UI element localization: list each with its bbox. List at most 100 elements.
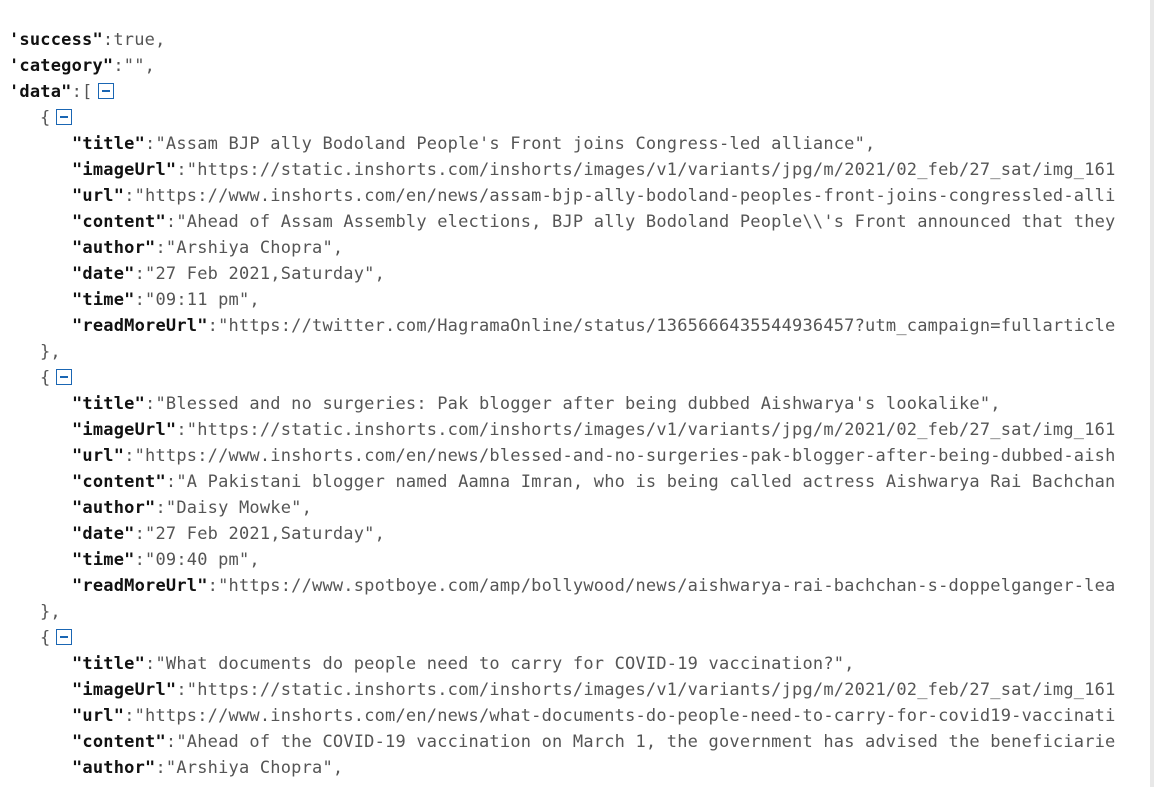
readmoreurl-value: "https://www.spotboye.com/amp/bollywood/… (218, 576, 1116, 596)
colon: : (207, 316, 219, 336)
url-value: "https://www.inshorts.com/en/news/assam-… (134, 186, 1116, 206)
colon: : (145, 654, 156, 674)
category-key: 'category" (9, 56, 114, 76)
readmoreurl-key: "readMoreUrl" (72, 316, 208, 336)
item-open: { (40, 105, 73, 131)
title-key: "title" (72, 394, 146, 414)
colon: : (134, 264, 146, 284)
colon: : (176, 420, 187, 440)
author-key: "author" (72, 758, 156, 778)
close-brace: }, (40, 602, 61, 622)
title-key: "title" (72, 654, 146, 674)
colon: : (155, 758, 166, 778)
date-value: "27 Feb 2021,Saturday", (145, 264, 386, 284)
colon: : (165, 732, 177, 752)
category-line: 'category":"", (9, 53, 155, 79)
item-0-title: "title":"Assam BJP ally Bodoland People'… (72, 131, 876, 157)
item-1-url: "url":"https://www.inshorts.com/en/news/… (72, 443, 1116, 469)
imageurl-key: "imageUrl" (72, 680, 177, 700)
date-key: "date" (72, 524, 135, 544)
success-line: 'success":true, (9, 27, 166, 53)
item-close: }, (40, 599, 61, 625)
author-value: "Arshiya Chopra", (165, 758, 344, 778)
date-key: "date" (72, 264, 135, 284)
content-key: "content" (72, 212, 166, 232)
data-line: 'data":[ (9, 79, 115, 105)
item-1-time: "time":"09:40 pm", (72, 547, 260, 573)
title-value: "What documents do people need to carry … (155, 654, 855, 674)
collapse-item-2-icon[interactable] (56, 629, 73, 645)
time-value: "09:11 pm", (145, 290, 260, 310)
time-key: "time" (72, 290, 135, 310)
url-key: "url" (72, 446, 125, 466)
author-key: "author" (72, 238, 156, 258)
collapse-data-icon[interactable] (98, 83, 115, 99)
colon: : (134, 290, 146, 310)
imageurl-value: "https://static.inshorts.com/inshorts/im… (186, 160, 1116, 180)
item-1-author: "author":"Daisy Mowke", (72, 495, 312, 521)
item-2-content: "content":"Ahead of the COVID-19 vaccina… (72, 729, 1116, 755)
content-value: "A Pakistani blogger named Aamna Imran, … (176, 472, 1116, 492)
item-0-url: "url":"https://www.inshorts.com/en/news/… (72, 183, 1116, 209)
colon: : (155, 498, 166, 518)
item-open: { (40, 625, 73, 651)
category-value: :"", (113, 56, 156, 76)
colon: : (134, 550, 146, 570)
item-1-imageurl: "imageUrl":"https://static.inshorts.com/… (72, 417, 1116, 443)
success-value: :true, (102, 30, 166, 50)
content-key: "content" (72, 472, 166, 492)
open-brace: { (40, 628, 51, 648)
readmoreurl-value: "https://twitter.com/HagramaOnline/statu… (218, 316, 1116, 336)
colon: : (145, 394, 156, 414)
colon: : (176, 160, 187, 180)
author-value: "Daisy Mowke", (165, 498, 313, 518)
readmoreurl-key: "readMoreUrl" (72, 576, 208, 596)
colon: : (176, 680, 187, 700)
imageurl-value: "https://static.inshorts.com/inshorts/im… (186, 680, 1116, 700)
item-1-readmoreurl: "readMoreUrl":"https://www.spotboye.com/… (72, 573, 1116, 599)
success-key: 'success" (9, 30, 103, 50)
content-key: "content" (72, 732, 166, 752)
item-0-date: "date":"27 Feb 2021,Saturday", (72, 261, 385, 287)
item-0-content: "content":"Ahead of Assam Assembly elect… (72, 209, 1116, 235)
item-close: }, (40, 339, 61, 365)
title-value: "Blessed and no surgeries: Pak blogger a… (155, 394, 1001, 414)
imageurl-value: "https://static.inshorts.com/inshorts/im… (186, 420, 1116, 440)
item-0-time: "time":"09:11 pm", (72, 287, 260, 313)
item-open: { (40, 365, 73, 391)
item-2-title: "title":"What documents do people need t… (72, 651, 855, 677)
url-value: "https://www.inshorts.com/en/news/blesse… (134, 446, 1116, 466)
item-1-content: "content":"A Pakistani blogger named Aam… (72, 469, 1116, 495)
content-value: "Ahead of the COVID-19 vaccination on Ma… (176, 732, 1116, 752)
collapse-item-1-icon[interactable] (56, 369, 73, 385)
colon: : (124, 186, 135, 206)
colon: : (165, 472, 177, 492)
colon: : (145, 134, 156, 154)
author-value: "Arshiya Chopra", (165, 238, 344, 258)
item-0-author: "author":"Arshiya Chopra", (72, 235, 343, 261)
item-0-imageurl: "imageUrl":"https://static.inshorts.com/… (72, 157, 1116, 183)
url-value: "https://www.inshorts.com/en/news/what-d… (134, 706, 1116, 726)
colon: : (155, 238, 166, 258)
content-value: "Ahead of Assam Assembly elections, BJP … (176, 212, 1116, 232)
item-2-url: "url":"https://www.inshorts.com/en/news/… (72, 703, 1116, 729)
item-2-author: "author":"Arshiya Chopra", (72, 755, 343, 781)
collapse-item-0-icon[interactable] (56, 109, 73, 125)
open-brace: { (40, 108, 51, 128)
colon: : (207, 576, 219, 596)
close-brace: }, (40, 342, 61, 362)
imageurl-key: "imageUrl" (72, 160, 177, 180)
scrollbar[interactable] (1150, 0, 1154, 787)
author-key: "author" (72, 498, 156, 518)
colon: : (165, 212, 177, 232)
url-key: "url" (72, 186, 125, 206)
open-brace: { (40, 368, 51, 388)
data-key: 'data" (9, 82, 72, 102)
colon: : (124, 446, 135, 466)
time-key: "time" (72, 550, 135, 570)
json-viewer: 'success":true, 'category":"", 'data":[ … (0, 0, 1154, 787)
url-key: "url" (72, 706, 125, 726)
title-value: "Assam BJP ally Bodoland People's Front … (155, 134, 876, 154)
item-2-imageurl: "imageUrl":"https://static.inshorts.com/… (72, 677, 1116, 703)
item-1-title: "title":"Blessed and no surgeries: Pak b… (72, 391, 1001, 417)
